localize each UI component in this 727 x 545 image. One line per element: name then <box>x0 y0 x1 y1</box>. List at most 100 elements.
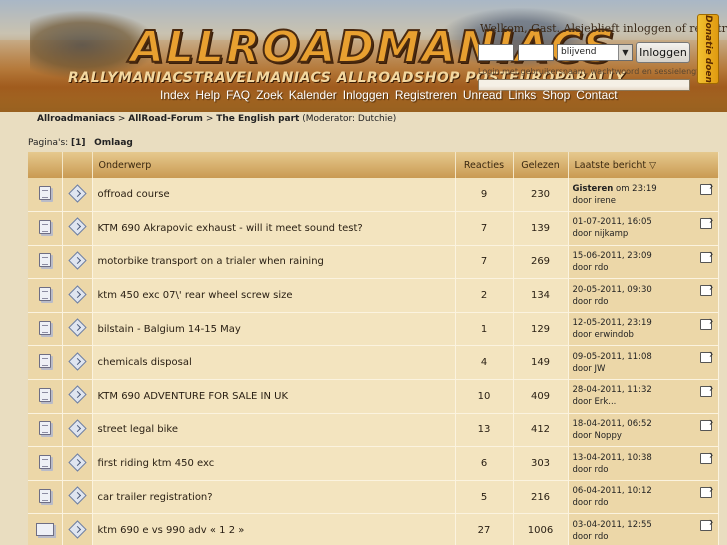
pagination-current[interactable]: [1] <box>71 138 86 148</box>
document-icon <box>38 421 51 436</box>
breadcrumb-forum[interactable]: AllRoad-Forum <box>128 114 203 124</box>
last-post-icon[interactable] <box>699 516 714 532</box>
topic-replies: 27 <box>455 513 514 545</box>
topic-views: 139 <box>513 211 569 246</box>
last-post-icon[interactable] <box>699 248 714 263</box>
last-post-icon[interactable] <box>699 382 714 398</box>
last-post-author[interactable]: door Noppy <box>573 430 718 442</box>
password-field[interactable] <box>518 44 554 61</box>
donate-button[interactable]: Donatie doen <box>697 14 719 84</box>
message-icon-cell <box>62 211 93 246</box>
nav-item-unread[interactable]: Unread <box>463 88 502 102</box>
topic-subject[interactable]: ktm 690 e vs 990 adv « 1 2 » <box>92 513 456 545</box>
topic-replies: 9 <box>455 178 514 213</box>
topic-last-post: 13-04-2011, 10:38 door rdo <box>568 446 719 481</box>
table-row[interactable]: offroad course 9 230 Gisteren om 23:19 door … <box>28 178 719 213</box>
topic-subject[interactable]: chemicals disposal <box>92 345 456 381</box>
chevron-down-icon: ▼ <box>618 45 632 60</box>
table-row[interactable]: bilstain - Balgium 14-15 May 1 129 12-05-20… <box>28 312 719 347</box>
hot-topic-icon <box>35 522 54 536</box>
arrow-diamond-icon <box>67 486 87 505</box>
document-icon <box>38 354 51 369</box>
document-icon <box>38 186 51 201</box>
username-field[interactable] <box>478 44 514 61</box>
last-post-author[interactable]: door irene <box>573 195 718 207</box>
pagination-bottom-link[interactable]: Omlaag <box>94 138 133 148</box>
last-post-icon[interactable] <box>699 348 714 364</box>
topic-last-post: 03-04-2011, 12:55 door rdo <box>568 513 719 545</box>
nav-item-shop[interactable]: Shop <box>542 88 570 102</box>
main-nav: Index Help FAQ Zoek Kalender Inloggen Registre… <box>0 86 727 112</box>
table-row[interactable]: motorbike transport on a trialer when ra… <box>28 245 719 280</box>
last-post-icon[interactable] <box>699 180 714 195</box>
topic-last-post: 28-04-2011, 11:32 door Erk... <box>568 379 719 414</box>
last-post-icon[interactable] <box>699 449 714 465</box>
last-post-author[interactable]: door Erk... <box>573 396 718 408</box>
topic-replies: 4 <box>455 345 514 381</box>
breadcrumb-board[interactable]: The English part <box>216 114 299 124</box>
arrow-diamond-icon <box>67 419 87 438</box>
nav-item-index[interactable]: Index <box>160 88 189 102</box>
nav-item-contact[interactable]: Contact <box>576 88 617 102</box>
table-row[interactable]: KTM 690 Akrapovic exhaust - will it meet… <box>28 211 719 246</box>
last-post-author[interactable]: door rdo <box>573 296 718 308</box>
last-post-icon[interactable] <box>699 315 714 330</box>
table-row[interactable]: KTM 690 ADVENTURE FOR SALE IN UK 10 409 28-… <box>28 379 719 414</box>
login-note: Login met gebruikersnaam, wachtwoord en … <box>478 67 705 76</box>
topic-replies: 10 <box>455 379 514 414</box>
nav-item-links[interactable]: Links <box>508 88 536 102</box>
last-post-icon[interactable] <box>699 416 714 431</box>
header-last-post[interactable]: Laatste bericht ▽ <box>568 152 719 178</box>
login-button[interactable]: Inloggen <box>636 42 690 63</box>
nav-item-registreren[interactable]: Registreren <box>395 88 457 102</box>
topic-subject[interactable]: bilstain - Balgium 14-15 May <box>92 312 456 347</box>
topic-replies: 13 <box>455 413 514 448</box>
header-replies[interactable]: Reacties <box>455 152 514 178</box>
last-post-author[interactable]: door nijkamp <box>573 228 718 240</box>
topic-icon-cell <box>28 278 63 313</box>
table-row[interactable]: first riding ktm 450 exc 6 303 13-04-2011, … <box>28 446 719 481</box>
last-post-icon[interactable] <box>699 214 714 230</box>
document-icon <box>38 219 51 234</box>
last-post-author[interactable]: door rdo <box>573 497 718 509</box>
table-row[interactable]: ktm 450 exc 07\' rear wheel screw size 2 1… <box>28 278 719 313</box>
topic-subject[interactable]: KTM 690 ADVENTURE FOR SALE IN UK <box>92 379 456 414</box>
breadcrumb-root[interactable]: Allroadmaniacs <box>37 114 115 124</box>
arrow-diamond-icon <box>67 183 87 203</box>
nav-item-faq[interactable]: FAQ <box>226 88 250 102</box>
session-length-select[interactable]: blijvend ▼ <box>557 44 633 61</box>
last-post-icon[interactable] <box>699 281 714 297</box>
table-row[interactable]: chemicals disposal 4 149 09-05-2011, 11:08 d… <box>28 345 719 381</box>
header-icon-col <box>62 152 93 178</box>
last-post-author[interactable]: door rdo <box>573 262 718 274</box>
header-subject[interactable]: Onderwerp <box>92 152 456 178</box>
header-views[interactable]: Gelezen <box>513 152 569 178</box>
nav-item-help[interactable]: Help <box>195 88 220 102</box>
topic-icon-cell <box>28 480 63 515</box>
last-post-author[interactable]: door JW <box>573 363 718 375</box>
nav-item-inloggen[interactable]: Inloggen <box>343 88 389 102</box>
table-row[interactable]: street legal bike 13 412 18-04-2011, 06:52 d… <box>28 413 719 448</box>
topic-subject[interactable]: offroad course <box>92 178 456 213</box>
last-post-author[interactable]: door rdo <box>573 464 718 476</box>
last-post-author[interactable]: door erwindob <box>573 329 718 341</box>
last-post-author[interactable]: door rdo <box>573 531 718 543</box>
topic-subject[interactable]: car trailer registration? <box>92 480 456 515</box>
last-post-icon[interactable] <box>699 483 714 498</box>
nav-item-kalender[interactable]: Kalender <box>289 88 337 102</box>
topic-last-post: 12-05-2011, 23:19 door erwindob <box>568 312 719 347</box>
topic-views: 134 <box>513 278 569 313</box>
topic-subject[interactable]: motorbike transport on a trialer when ra… <box>92 245 456 280</box>
last-post-date-text: 28-04-2011, 11:32 <box>572 385 652 396</box>
last-post-date: 18-04-2011, 06:52 <box>573 418 718 430</box>
topic-subject[interactable]: street legal bike <box>92 413 456 448</box>
topic-subject[interactable]: KTM 690 Akrapovic exhaust - will it meet… <box>92 211 456 246</box>
breadcrumb: Allroadmaniacs > AllRoad-Forum > The Eng… <box>37 114 397 124</box>
message-icon-cell <box>62 278 93 313</box>
nav-item-zoek[interactable]: Zoek <box>256 88 283 102</box>
table-row[interactable]: ktm 690 e vs 990 adv « 1 2 » 27 1006 03-04-… <box>28 513 719 545</box>
last-post-date: 28-04-2011, 11:32 <box>573 384 718 396</box>
topic-subject[interactable]: ktm 450 exc 07\' rear wheel screw size <box>92 278 456 313</box>
table-row[interactable]: car trailer registration? 5 216 06-04-2011,… <box>28 480 719 515</box>
topic-subject[interactable]: first riding ktm 450 exc <box>92 446 456 481</box>
